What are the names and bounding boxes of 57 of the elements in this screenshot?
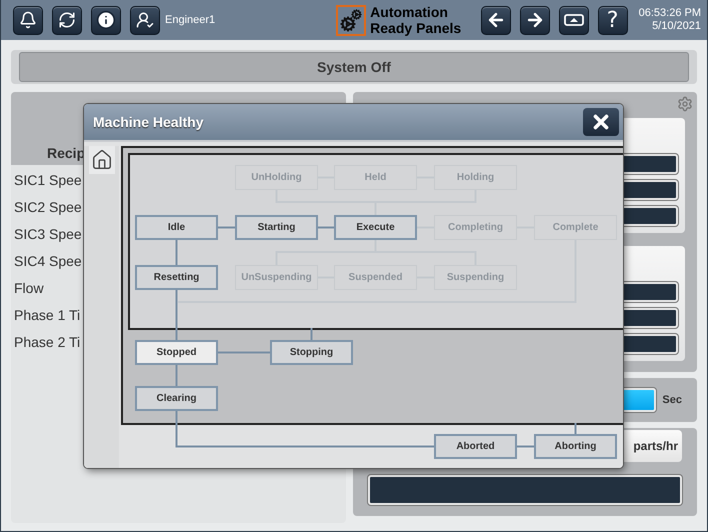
- state-node: Suspending: [434, 265, 517, 290]
- user-name: Engineer1: [165, 14, 216, 26]
- state-node: Execute: [334, 215, 417, 240]
- connector-line: [176, 365, 178, 386]
- help-button[interactable]: ?: [598, 6, 628, 34]
- date-text: 5/10/2021: [652, 20, 701, 33]
- connector-line: [310, 328, 312, 340]
- state-node: Suspended: [334, 265, 417, 290]
- recipe-label: SIC2 Spee: [14, 198, 82, 216]
- recipe-label: SIC3 Spee: [14, 225, 82, 243]
- refresh-button[interactable]: [52, 6, 82, 34]
- recipe-label: SIC1 Spee: [14, 171, 82, 189]
- state-node: Aborted: [434, 434, 517, 459]
- user-button[interactable]: [130, 6, 160, 34]
- recipe-label: Phase 1 Ti: [14, 306, 80, 324]
- connector-line: [517, 446, 534, 448]
- connector-line: [318, 226, 334, 228]
- state-node: UnSuspending: [235, 265, 318, 290]
- home-icon: [90, 149, 112, 171]
- back-button[interactable]: [480, 6, 511, 34]
- eject-icon: [564, 14, 584, 26]
- alarm-button[interactable]: [13, 6, 43, 34]
- user-icon: [136, 11, 154, 29]
- state-node: Holding: [434, 165, 517, 190]
- state-node: Aborting: [534, 434, 617, 459]
- state-node: UnHolding: [235, 165, 318, 190]
- refresh-icon: [58, 11, 76, 29]
- screen-button[interactable]: [558, 6, 589, 34]
- panel-heading: Recip: [47, 145, 86, 161]
- connector-line: [574, 423, 576, 434]
- logo-text: Ready Panels: [370, 20, 462, 36]
- state-node: Stopped: [135, 340, 218, 365]
- home-button[interactable]: [88, 146, 114, 174]
- logo-text: Automation: [370, 4, 449, 20]
- state-node: Idle: [135, 215, 218, 240]
- unit-label: Sec: [662, 394, 682, 406]
- forward-button[interactable]: [520, 6, 550, 34]
- recipe-label: Flow: [14, 279, 44, 297]
- recipe-label: SIC4 Spee: [14, 252, 82, 270]
- close-button[interactable]: [583, 108, 619, 136]
- state-node: Resetting: [135, 265, 218, 290]
- state-node: Clearing: [135, 386, 218, 411]
- state-node: Completing: [434, 215, 517, 240]
- status-banner: System Off: [19, 52, 689, 82]
- state-node: Stopping: [270, 340, 353, 365]
- info-icon: [96, 10, 116, 30]
- bell-icon: [19, 11, 37, 29]
- recipe-label: Phase 2 Ti: [14, 333, 80, 351]
- state-node: Complete: [534, 215, 617, 240]
- state-node: Held: [334, 165, 417, 190]
- time-text: 06:53:26 PM: [638, 7, 701, 20]
- state-node: Starting: [235, 215, 318, 240]
- gears-icon: [336, 4, 366, 36]
- info-button[interactable]: [91, 6, 121, 34]
- connector-line: [218, 226, 235, 228]
- dialog-title: Machine Healthy: [93, 114, 204, 130]
- connector-line: [218, 352, 270, 354]
